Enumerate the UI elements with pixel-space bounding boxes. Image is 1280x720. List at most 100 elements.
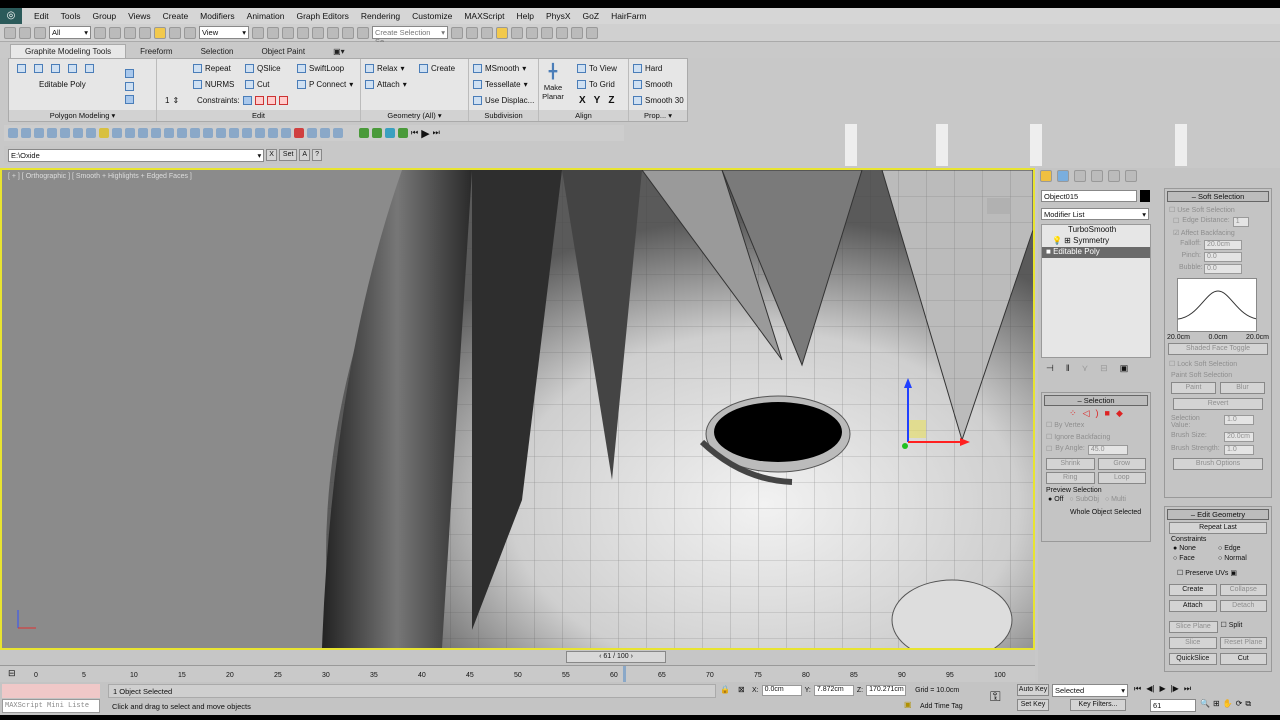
edit-named-sel-icon[interactable]	[357, 26, 369, 39]
subobject-icons[interactable]	[17, 64, 94, 73]
tab-freeform[interactable]: Freeform	[126, 45, 186, 58]
keyboard-shortcut-icon[interactable]	[282, 26, 294, 39]
smooth-button[interactable]: Smooth	[633, 80, 673, 89]
brush-size-field[interactable]: 20.0cm	[1224, 432, 1254, 442]
percent-snap-icon[interactable]	[327, 26, 339, 39]
maximize-viewport-icon[interactable]: ⧉	[1245, 699, 1251, 709]
menu-create[interactable]: Create	[163, 11, 189, 21]
menu-help[interactable]: Help	[516, 11, 533, 21]
select-by-name-icon[interactable]	[109, 26, 121, 39]
show-end-result-icon[interactable]	[125, 95, 134, 104]
set-path-button[interactable]: Set	[278, 149, 298, 161]
named-selection-dropdown[interactable]: Create Selection Se▾	[372, 26, 448, 46]
use-soft-selection-checkbox[interactable]: ☐ Use Soft Selection	[1165, 204, 1271, 216]
trackbar-playhead[interactable]	[622, 666, 626, 682]
path-help-button[interactable]: ?	[312, 149, 322, 161]
viewcube-icon[interactable]	[987, 198, 1011, 214]
loop-button[interactable]: Loop	[1097, 472, 1146, 484]
brush-strength-field[interactable]: 1.0	[1224, 445, 1254, 455]
link-icon[interactable]	[4, 26, 16, 39]
detach-button[interactable]: Detach	[1219, 600, 1267, 612]
lock-selection-icon[interactable]: 🔒	[720, 685, 730, 694]
element-icon[interactable]: ◆	[1116, 408, 1123, 419]
select-manipulate-icon[interactable]	[267, 26, 279, 39]
maxscript-mini-listener[interactable]: MAXScript Mini Liste	[2, 699, 100, 713]
window-crossing-icon[interactable]	[139, 26, 151, 39]
polygon-modeling-dropdown[interactable]: Polygon Modeling ▾	[9, 110, 156, 121]
slice-button[interactable]: Slice	[1169, 637, 1217, 649]
tab-selection[interactable]: Selection	[187, 45, 248, 58]
tool-icon[interactable]	[8, 128, 18, 138]
make-planar-button[interactable]: ╋ Make Planar	[542, 63, 564, 101]
paint-button[interactable]: Paint	[1171, 382, 1216, 394]
swiftloop-button[interactable]: SwiftLoop	[297, 64, 344, 73]
constraint-edge-icon[interactable]	[254, 96, 264, 105]
menu-goz[interactable]: GoZ	[583, 11, 600, 21]
configure-sets-icon[interactable]: ▣	[1120, 363, 1129, 374]
constraint-none-radio[interactable]: ● None	[1173, 545, 1218, 552]
curve-editor-icon[interactable]	[511, 26, 523, 39]
tool-icon[interactable]	[385, 128, 395, 138]
properties-dropdown[interactable]: Prop... ▾	[629, 110, 687, 121]
ignore-backfacing-checkbox[interactable]: ☐ Ignore Backfacing	[1042, 431, 1150, 443]
utilities-tab-icon[interactable]	[1125, 170, 1137, 182]
next-frame-icon[interactable]: ⏭	[433, 128, 440, 138]
tool-icon[interactable]	[255, 128, 265, 138]
stack-item-symmetry[interactable]: 💡 ⊞ Symmetry	[1042, 236, 1150, 247]
path-a-button[interactable]: A	[299, 149, 311, 161]
tool-icon[interactable]	[34, 128, 44, 138]
trackbar[interactable]: ⊟ 0 5 10 15 20 25 30 35 40 45 50 55 60 65 70 75 80 85 90 95…	[0, 665, 1035, 682]
align-x-button[interactable]: X	[579, 95, 586, 106]
by-angle-field[interactable]: 45.0	[1087, 445, 1128, 455]
to-grid-button[interactable]: To Grid	[577, 80, 615, 89]
menu-hairfarm[interactable]: HairFarm	[611, 11, 646, 21]
app-logo-icon[interactable]: ◎	[0, 8, 22, 24]
menu-views[interactable]: Views	[128, 11, 151, 21]
soft-selection-header[interactable]: – Soft Selection	[1167, 191, 1269, 202]
edit-spinner[interactable]: 1 ⇕	[165, 96, 179, 105]
tool-icon[interactable]	[125, 128, 135, 138]
project-path-dropdown[interactable]: E:\Oxide ▾	[8, 148, 265, 162]
pinch-field[interactable]: 0.0	[1204, 252, 1242, 262]
preview-off-radio[interactable]: ● Off	[1048, 496, 1063, 503]
lock-soft-selection-checkbox[interactable]: ☐ Lock Soft Selection	[1165, 357, 1271, 371]
pconnect-button[interactable]: P Connect ▾	[297, 80, 353, 89]
tool-icon[interactable]	[398, 128, 408, 138]
cut-button[interactable]: Cut	[245, 80, 269, 89]
tab-graphite-modeling-tools[interactable]: Graphite Modeling Tools	[10, 44, 127, 58]
angle-snap-icon[interactable]	[312, 26, 324, 39]
tool-icon[interactable]	[138, 128, 148, 138]
align-y-button[interactable]: Y	[594, 95, 601, 106]
set-key-mode-icon[interactable]: ⚿	[990, 688, 1001, 705]
object-color-swatch[interactable]	[1140, 190, 1150, 202]
clear-path-button[interactable]: X	[266, 149, 277, 161]
select-icon[interactable]	[94, 26, 106, 39]
time-slider-thumb[interactable]: ‹ 61 / 100 ›	[566, 651, 666, 663]
tool-icon[interactable]	[73, 128, 83, 138]
key-filters-button[interactable]: Key Filters...	[1070, 699, 1126, 711]
show-end-result-icon[interactable]: ‖	[1066, 363, 1070, 374]
brush-options-button[interactable]: Brush Options	[1173, 458, 1263, 470]
tool-icon[interactable]	[164, 128, 174, 138]
edge-icon[interactable]: ◁	[1083, 408, 1090, 419]
y-coordinate-field[interactable]: 7.872cm	[813, 685, 854, 696]
ribbon-options-icon[interactable]: ▣▾	[319, 45, 359, 58]
blur-button[interactable]: Blur	[1220, 382, 1265, 394]
edge-distance-checkbox[interactable]: ☐ Edge Distance: 1	[1165, 216, 1271, 228]
tool-icon[interactable]	[281, 128, 291, 138]
zoom-icon[interactable]: 🔍	[1200, 699, 1210, 709]
selection-rollout-header[interactable]: – Selection	[1044, 395, 1148, 406]
tool-icon[interactable]	[151, 128, 161, 138]
tool-icon[interactable]	[294, 128, 304, 138]
time-tag-icon[interactable]: ▣	[904, 700, 912, 709]
display-tab-icon[interactable]	[1108, 170, 1120, 182]
unlink-icon[interactable]	[19, 26, 31, 39]
attach-geometry-button[interactable]: Attach	[1169, 600, 1217, 612]
constraint-edge-radio[interactable]: ○ Edge	[1218, 545, 1263, 552]
falloff-field[interactable]: 20.0cm	[1204, 240, 1242, 250]
use-displacement-button[interactable]: Use Displac...	[473, 96, 534, 105]
collapse-button[interactable]: Collapse	[1219, 584, 1267, 596]
tool-icon[interactable]	[229, 128, 239, 138]
vertex-icon[interactable]: ⁘	[1069, 408, 1077, 419]
tool-icon[interactable]	[21, 128, 31, 138]
